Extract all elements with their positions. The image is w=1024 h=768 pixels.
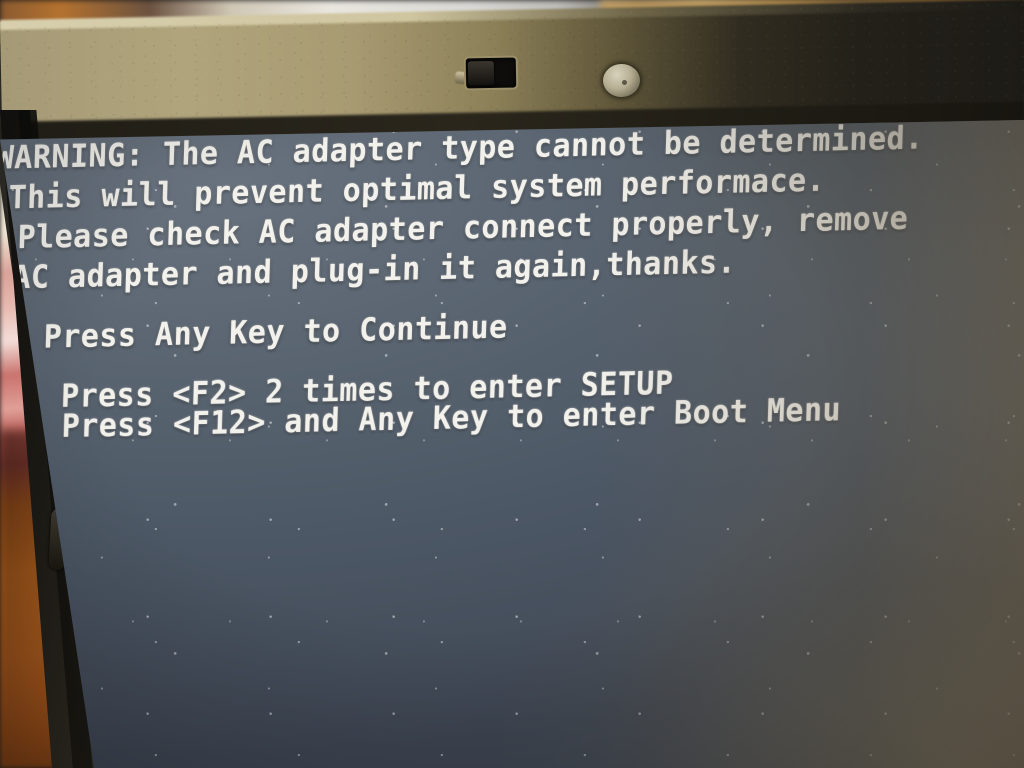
camera-shutter-knob[interactable]: [467, 60, 495, 86]
screen-vignette: [0, 120, 1024, 768]
camera-privacy-shutter[interactable]: [463, 55, 519, 91]
webcam-mic-hole: [622, 80, 627, 85]
laptop-screen[interactable]: WARNING: The AC adapter type cannot be d…: [0, 120, 1024, 768]
laptop-photo: WARNING: The AC adapter type cannot be d…: [0, 0, 1024, 768]
